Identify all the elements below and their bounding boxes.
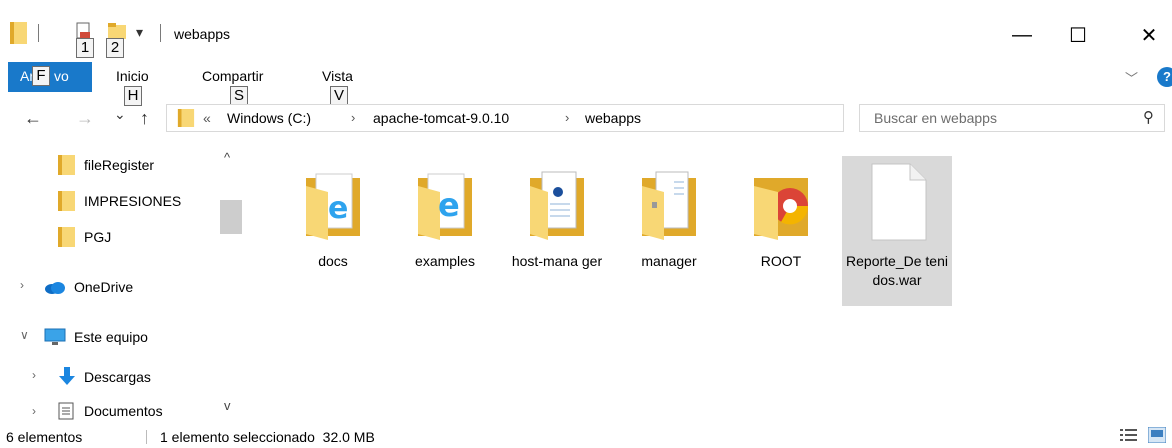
file-item-root[interactable]: ROOT (726, 156, 836, 306)
sidebar-item-label: Este equipo (74, 329, 148, 345)
file-name: docs (318, 253, 348, 269)
back-button[interactable]: ← (24, 108, 42, 129)
keytip-1: 1 (76, 38, 94, 58)
sidebar-item-label: IMPRESIONES (84, 193, 182, 209)
tab-vista[interactable]: Vista (322, 68, 353, 84)
folder-chrome-icon (754, 178, 809, 240)
search-box[interactable]: Buscar en webapps ⚲ (859, 104, 1165, 132)
collapse-chevron-icon[interactable]: ∨ (20, 328, 29, 342)
sidebar-item-impresiones[interactable]: IMPRESIONES (58, 188, 181, 214)
folder-icon (177, 109, 195, 127)
toolbar-separator (38, 24, 39, 42)
customize-toolbar-dropdown[interactable]: ▾ (136, 24, 143, 41)
sidebar-item-onedrive[interactable]: OneDrive (44, 274, 133, 300)
svg-text:e: e (438, 186, 460, 224)
file-item-docs[interactable]: e docs (278, 156, 388, 306)
item-count: 6 elementos (6, 429, 83, 445)
expand-ribbon-icon[interactable]: ﹀ (1125, 68, 1138, 87)
up-button[interactable]: ↑ (140, 108, 149, 129)
sidebar-item-label: Documentos (84, 403, 163, 419)
minimize-button[interactable]: — (1007, 20, 1037, 50)
folder-ie-icon: e (418, 173, 472, 240)
maximize-button[interactable]: ☐ (1063, 20, 1093, 50)
file-item-manager[interactable]: manager (614, 156, 724, 306)
blank-file-icon (871, 163, 927, 241)
file-name: host-mana ger (511, 253, 603, 269)
sidebar-item-fileregister[interactable]: fileRegister (58, 152, 154, 178)
navigation-bar: ← → ⌄ ↑ « Windows (C:) › apache-tomcat-9… (0, 92, 1172, 146)
breadcrumb-windows-c[interactable]: Windows (C:) (227, 110, 311, 126)
tab-compartir[interactable]: Compartir (202, 68, 263, 84)
sidebar-item-label: fileRegister (84, 157, 155, 173)
file-item-reporte-detenidos-war[interactable]: Reporte_De tenidos.war (842, 156, 952, 306)
sidebar-item-label: OneDrive (74, 279, 134, 295)
scroll-thumb[interactable] (220, 200, 242, 234)
downloads-icon (59, 367, 75, 385)
navigation-pane: fileRegister IMPRESIONES PGJ › OneDrive … (0, 146, 248, 424)
sidebar-item-descargas[interactable]: Descargas (58, 364, 151, 390)
sidebar-item-label: Descargas (84, 369, 151, 385)
svg-text:e: e (328, 191, 348, 226)
folder-ie-icon: e (306, 173, 360, 240)
folder-icon (58, 227, 75, 247)
large-icons-view-icon[interactable] (1148, 427, 1166, 443)
ribbon-tabs: Ar vo F Inicio H Compartir S Vista V ﹀ ? (0, 62, 1172, 106)
expand-chevron-icon[interactable]: › (32, 404, 36, 418)
sidebar-item-este-equipo[interactable]: Este equipo (44, 324, 148, 350)
search-icon[interactable]: ⚲ (1143, 108, 1154, 126)
recent-locations-button[interactable]: ⌄ (114, 106, 126, 123)
breadcrumb-overflow[interactable]: « (203, 110, 211, 126)
keytip-2: 2 (106, 38, 124, 58)
file-name: manager (641, 253, 697, 269)
file-item-examples[interactable]: e examples (390, 156, 500, 306)
status-bar: 6 elementos 1 elemento seleccionado 32.0… (0, 424, 1172, 448)
address-bar[interactable]: « Windows (C:) › apache-tomcat-9.0.10 › … (166, 104, 1002, 132)
breadcrumb-apache-tomcat[interactable]: apache-tomcat-9.0.10 (373, 110, 509, 126)
documents-icon (58, 402, 74, 420)
sidebar-item-label: PGJ (84, 229, 112, 245)
selection-info: 1 elemento seleccionado 32.0 MB (160, 429, 375, 445)
keytip-file: F (32, 66, 50, 86)
expand-chevron-icon[interactable]: › (32, 368, 36, 382)
file-list: e docs e examples host-mana ger manager … (248, 146, 1172, 424)
folder-icon (58, 191, 75, 211)
file-item-host-manager[interactable]: host-mana ger (502, 156, 612, 306)
tab-inicio[interactable]: Inicio (116, 68, 149, 84)
forward-button[interactable]: → (76, 108, 94, 129)
sidebar-item-documentos[interactable]: Documentos (58, 398, 163, 424)
expand-chevron-icon[interactable]: › (20, 278, 24, 292)
breadcrumb-separator[interactable]: › (565, 110, 569, 125)
tab-archivo[interactable]: Ar vo (8, 62, 92, 92)
folder-icon (58, 155, 75, 175)
sidebar-item-pgj[interactable]: PGJ (58, 224, 111, 250)
window-title: webapps (174, 26, 231, 42)
scroll-down-icon[interactable]: v (224, 398, 231, 413)
computer-icon (44, 328, 66, 345)
sidebar-scrollbar[interactable]: ^ v (220, 146, 242, 424)
breadcrumb-separator[interactable]: › (351, 110, 355, 125)
tab-archivo-label-tail: vo (54, 68, 69, 84)
status-separator (146, 430, 147, 444)
file-name: ROOT (760, 253, 802, 269)
onedrive-icon (45, 282, 65, 294)
title-bar: 1 2 ▾ webapps — ☐ ✕ (0, 0, 1172, 62)
toolbar-separator (160, 24, 161, 42)
close-button[interactable]: ✕ (1134, 20, 1164, 50)
folder-doc-icon (530, 171, 584, 240)
folder-doc-icon (642, 171, 696, 240)
folder-icon[interactable] (10, 22, 27, 44)
search-input[interactable]: Buscar en webapps (874, 110, 997, 126)
file-name: Reporte_De tenidos.war (846, 253, 948, 288)
breadcrumb-webapps[interactable]: webapps (585, 110, 641, 126)
details-view-icon[interactable] (1120, 427, 1138, 443)
help-icon[interactable]: ? (1157, 67, 1172, 87)
scroll-up-icon[interactable]: ^ (224, 150, 230, 165)
file-name: examples (415, 253, 475, 269)
